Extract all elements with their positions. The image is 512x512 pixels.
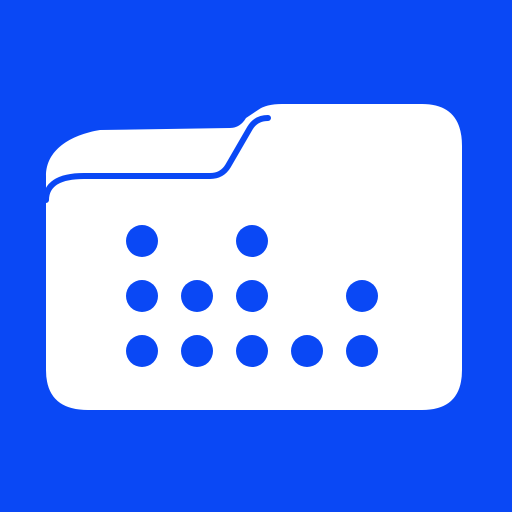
folder-dots-icon — [0, 0, 512, 512]
dot — [346, 280, 378, 312]
app-icon — [0, 0, 512, 512]
dot — [181, 335, 213, 367]
dot — [236, 335, 268, 367]
dot — [236, 225, 268, 257]
dot — [291, 335, 323, 367]
dot — [181, 280, 213, 312]
dot — [126, 280, 158, 312]
dot — [126, 335, 158, 367]
dot — [126, 225, 158, 257]
dot — [236, 280, 268, 312]
dot — [346, 335, 378, 367]
